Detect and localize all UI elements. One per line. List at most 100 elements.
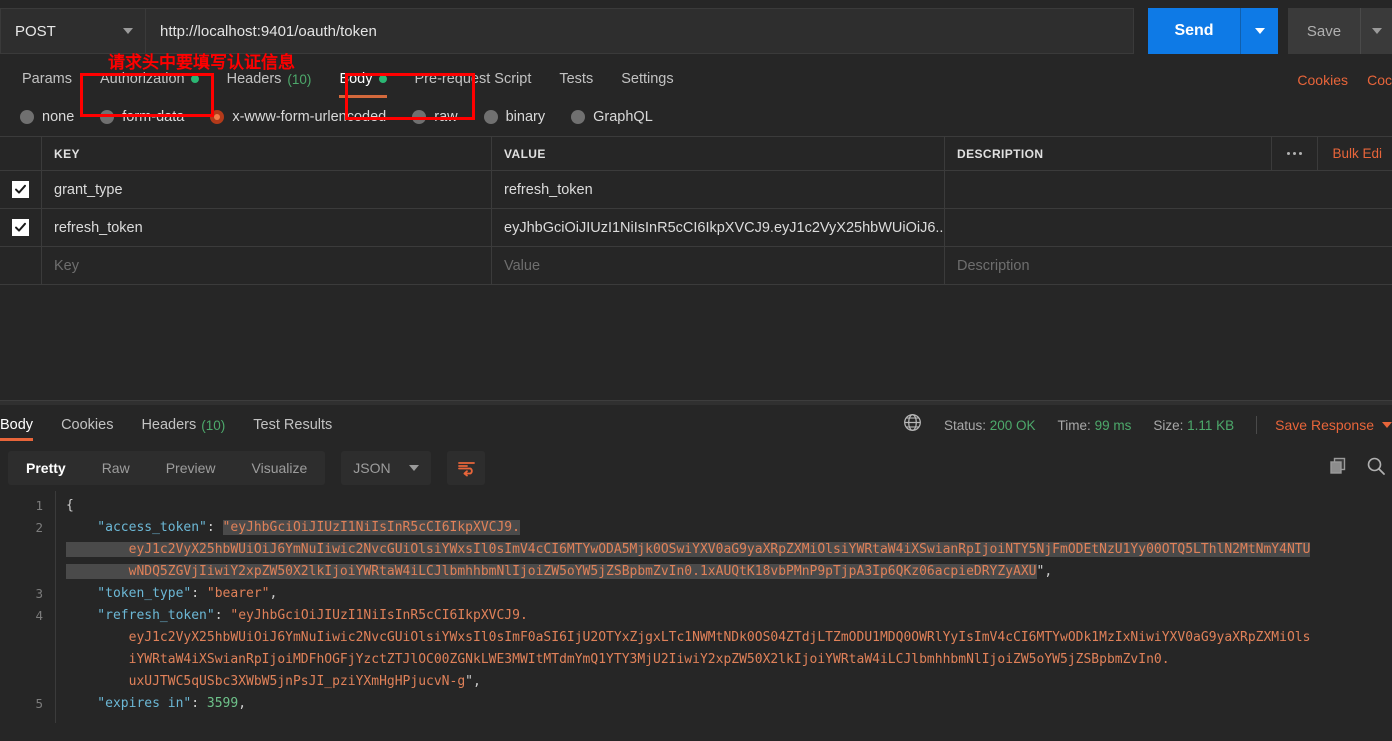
code-token: "refresh_token" [66, 608, 215, 623]
row-value-cell[interactable]: eyJhbGciOiJIUzI1NiIsInR5cCI6IkpXVCJ9.eyJ… [492, 209, 945, 246]
code-token: "access_token" [66, 520, 207, 535]
table-row: grant_type refresh_token [0, 171, 1392, 209]
response-meta-bar: Status: 200 OK Time: 99 ms Size: 1.11 KB… [903, 405, 1392, 445]
http-method-label: POST [15, 22, 56, 40]
body-params-table: KEY VALUE DESCRIPTION Bulk Edi grant_typ… [0, 136, 1392, 285]
save-response-button[interactable]: Save Response [1275, 417, 1392, 433]
row-key-cell[interactable]: grant_type [42, 171, 492, 208]
code-token: "expires in" [66, 696, 192, 711]
tab-label: Headers [226, 71, 282, 87]
response-tab-bar: Body Cookies Headers (10) Test Results S… [0, 405, 1392, 445]
response-tab-headers[interactable]: Headers (10) [127, 405, 239, 445]
row-checkbox-cell [0, 171, 42, 208]
tab-body[interactable]: Body [325, 60, 400, 98]
header-checkbox-cell [0, 137, 42, 170]
cookies-link[interactable]: Cookies [1297, 72, 1348, 88]
tab-label: Settings [621, 71, 674, 87]
code-token: , [269, 586, 278, 601]
code-token: "bearer" [206, 586, 270, 601]
code-token: "token_type" [66, 586, 192, 601]
body-type-none[interactable]: none [10, 109, 84, 125]
save-response-label: Save Response [1275, 417, 1374, 433]
code-token: uxUJTWC5qUSbc3XWbW5jnPsJI_pziYXmHgHPjucv… [66, 674, 466, 689]
send-button-group: Send [1148, 8, 1278, 54]
row-checkbox[interactable] [12, 219, 29, 236]
tab-label: Pre-request Script [414, 71, 532, 87]
view-raw[interactable]: Raw [84, 451, 148, 485]
code-token: eyJ1c2VyX25hbWUiOiJ6YmNuIiwic2NvcGUiOlsi… [66, 542, 1311, 557]
status-metric: Status: 200 OK [944, 418, 1036, 433]
view-visualize[interactable]: Visualize [234, 451, 326, 485]
tab-tests[interactable]: Tests [545, 60, 607, 98]
response-format-select[interactable]: JSON [341, 451, 432, 485]
time-metric: Time: 99 ms [1058, 418, 1132, 433]
code-token: : [214, 608, 231, 623]
word-wrap-button[interactable] [447, 451, 486, 485]
chevron-down-icon [1371, 28, 1382, 34]
view-pretty[interactable]: Pretty [8, 451, 84, 485]
row-value-text: eyJhbGciOiJIUzI1NiIsInR5cCI6IkpXVCJ9.eyJ… [504, 219, 945, 236]
code-line: "access_token": "eyJhbGciOiJIUzI1NiIsInR… [66, 517, 1392, 539]
row-checkbox-cell [0, 247, 42, 284]
table-new-row: Key Value Description [0, 247, 1392, 285]
save-options-button[interactable] [1360, 8, 1392, 54]
copy-icon[interactable] [1328, 456, 1348, 481]
response-tab-body[interactable]: Body [0, 405, 47, 445]
response-body-code[interactable]: 1 2 3 4 5 { "access_token": "eyJhbGciOiJ… [0, 491, 1392, 723]
globe-icon[interactable] [903, 413, 922, 437]
body-type-x-www-form-urlencoded[interactable]: x-www-form-urlencoded [200, 109, 396, 125]
status-label: Status: [943, 417, 986, 433]
table-header-row: KEY VALUE DESCRIPTION Bulk Edi [0, 136, 1392, 171]
row-checkbox[interactable] [12, 181, 29, 198]
save-button[interactable]: Save [1288, 8, 1360, 54]
row-checkbox-cell [0, 209, 42, 246]
send-options-button[interactable] [1240, 8, 1278, 54]
new-row-key-cell[interactable]: Key [42, 247, 492, 284]
body-type-form-data[interactable]: form-data [90, 109, 194, 125]
divider [1256, 416, 1258, 434]
row-description-cell[interactable] [945, 171, 1392, 208]
new-row-value-cell[interactable]: Value [492, 247, 945, 284]
response-actions [1328, 445, 1386, 491]
radio-icon [412, 110, 427, 124]
more-options-icon[interactable] [1271, 136, 1317, 171]
tab-pre-request-script[interactable]: Pre-request Script [401, 60, 546, 98]
send-button[interactable]: Send [1148, 8, 1240, 54]
radio-label: raw [434, 109, 458, 125]
tab-label: Authorization [99, 71, 185, 87]
response-tab-test-results[interactable]: Test Results [239, 405, 346, 445]
chevron-down-icon [409, 465, 420, 471]
bulk-edit-link[interactable]: Bulk Edi [1317, 136, 1392, 171]
column-header-description: DESCRIPTION [957, 146, 1044, 161]
new-row-key-placeholder: Key [54, 257, 79, 274]
tab-params[interactable]: Params [8, 60, 86, 98]
tab-label: Tests [559, 71, 594, 87]
size-label: Size: [1153, 417, 1184, 433]
row-key-cell[interactable]: refresh_token [42, 209, 492, 246]
tab-settings[interactable]: Settings [607, 60, 687, 98]
code-line: iYWRtaW4iXSwianRpIjoiMDFhOGFjYzctZTJlOC0… [66, 649, 1392, 671]
search-icon[interactable] [1366, 456, 1386, 481]
chevron-down-icon [1254, 28, 1265, 34]
code-line: "token_type": "bearer", [66, 583, 1392, 605]
radio-icon [571, 110, 586, 124]
body-type-binary[interactable]: binary [474, 109, 556, 125]
code-token: 3599 [206, 696, 239, 711]
response-tab-cookies[interactable]: Cookies [47, 405, 127, 445]
annotation-text: 请求头中要填写认证信息 [108, 53, 295, 73]
body-type-raw[interactable]: raw [402, 109, 467, 125]
radio-icon [100, 110, 115, 124]
view-preview[interactable]: Preview [148, 451, 234, 485]
row-description-cell[interactable] [945, 209, 1392, 246]
code-token: , [238, 696, 247, 711]
body-type-graphql[interactable]: GraphQL [561, 109, 663, 125]
new-row-description-cell[interactable]: Description [945, 247, 1392, 284]
row-value-cell[interactable]: refresh_token [492, 171, 945, 208]
radio-label: GraphQL [593, 109, 653, 125]
code-link[interactable]: Coc [1367, 72, 1392, 88]
tab-label: Body [339, 71, 373, 87]
code-line: eyJ1c2VyX25hbWUiOiJ6YmNuIiwic2NvcGUiOlsi… [66, 539, 1392, 561]
header-key-cell: KEY [42, 137, 492, 170]
status-value: 200 OK [989, 417, 1036, 433]
code-token: ", [465, 674, 481, 689]
